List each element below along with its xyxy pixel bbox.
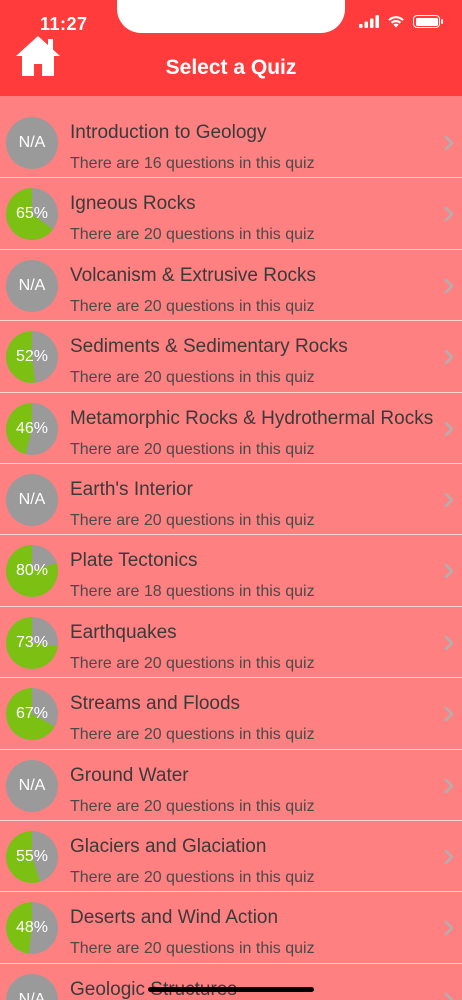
navigation-header: 11:27 Select a Quiz bbox=[0, 0, 462, 96]
chevron-right-icon bbox=[444, 992, 454, 1000]
score-label: 80% bbox=[15, 562, 49, 580]
chevron-right-icon bbox=[444, 635, 454, 650]
chevron-right-icon bbox=[444, 921, 454, 936]
quiz-title: Deserts and Wind Action bbox=[70, 907, 279, 929]
score-label: 46% bbox=[15, 419, 49, 437]
score-badge: 67% bbox=[6, 688, 58, 741]
wifi-icon bbox=[388, 16, 404, 28]
quiz-title: Metamorphic Rocks & Hydrothermal Rocks bbox=[70, 407, 434, 429]
quiz-row[interactable]: 46% Metamorphic Rocks & Hydrothermal Rock… bbox=[0, 393, 462, 464]
chevron-right-icon bbox=[444, 492, 454, 508]
quiz-row[interactable]: N/A Volcanism & Extrusive Rocks There are … bbox=[0, 250, 462, 322]
score-badge: N/A bbox=[6, 117, 58, 169]
page-title: Select a Quiz bbox=[165, 56, 297, 79]
home-indicator bbox=[148, 987, 314, 992]
quiz-row[interactable]: 48% Deserts and Wind Action There are 20 q… bbox=[0, 892, 462, 964]
quiz-question-count: There are 20 questions in this quiz bbox=[70, 654, 315, 672]
score-label: N/A bbox=[18, 776, 46, 794]
quiz-row[interactable]: N/A Earth's Interior There are 20 question… bbox=[0, 464, 462, 536]
score-label: N/A bbox=[18, 276, 46, 294]
chevron-right-icon bbox=[444, 421, 454, 436]
quiz-question-count: There are 20 questions in this quiz bbox=[70, 440, 315, 458]
score-label: 73% bbox=[15, 633, 49, 651]
score-badge: 46% bbox=[6, 402, 58, 455]
battery-icon bbox=[413, 15, 443, 28]
quiz-row[interactable]: N/A Introduction to Geology There are 16 q… bbox=[0, 107, 462, 179]
quiz-list: N/A Introduction to Geology There are 16 q… bbox=[0, 107, 462, 1000]
score-label: 67% bbox=[15, 705, 49, 723]
quiz-question-count: There are 20 questions in this quiz bbox=[70, 369, 315, 387]
chevron-right-icon bbox=[444, 778, 454, 793]
chevron-right-icon bbox=[444, 706, 454, 722]
quiz-title: Plate Tectonics bbox=[70, 550, 198, 572]
quiz-title: Igneous Rocks bbox=[70, 193, 196, 215]
quiz-question-count: There are 20 questions in this quiz bbox=[70, 511, 315, 529]
quiz-question-count: There are 20 questions in this quiz bbox=[70, 940, 315, 958]
device-notch bbox=[117, 0, 345, 33]
quiz-title: Glaciers and Glaciation bbox=[70, 835, 267, 857]
chevron-right-icon bbox=[444, 349, 454, 365]
chevron-right-icon bbox=[444, 278, 454, 294]
chevron-right-icon bbox=[444, 135, 454, 151]
quiz-question-count: There are 20 questions in this quiz bbox=[70, 297, 315, 315]
quiz-question-count: There are 20 questions in this quiz bbox=[70, 868, 315, 886]
score-badge: 80% bbox=[6, 545, 58, 598]
quiz-title: Earth's Interior bbox=[70, 478, 193, 500]
score-badge: 48% bbox=[6, 902, 58, 955]
score-label: 55% bbox=[15, 847, 49, 865]
quiz-title: Introduction to Geology bbox=[70, 122, 267, 143]
score-badge: N/A bbox=[6, 973, 58, 1000]
score-label: N/A bbox=[18, 134, 46, 151]
score-badge: N/A bbox=[6, 759, 58, 812]
score-badge: N/A bbox=[6, 473, 58, 526]
chevron-right-icon bbox=[444, 207, 454, 222]
quiz-row[interactable]: 80% Plate Tectonics There are 18 questions… bbox=[0, 535, 462, 607]
quiz-question-count: There are 16 questions in this quiz bbox=[70, 155, 315, 172]
signal-icon bbox=[359, 15, 379, 28]
score-label: 48% bbox=[15, 919, 49, 937]
chevron-right-icon bbox=[444, 564, 454, 579]
score-label: N/A bbox=[18, 490, 46, 508]
score-label: N/A bbox=[18, 990, 46, 1000]
status-icons bbox=[359, 15, 443, 28]
quiz-row[interactable]: 52% Sediments & Sedimentary Rocks There ar… bbox=[0, 321, 462, 393]
quiz-question-count: There are 20 questions in this quiz bbox=[70, 226, 315, 244]
quiz-title: Sediments & Sedimentary Rocks bbox=[70, 336, 348, 358]
screen: 11:27 Select a Quiz N/A Introduction to … bbox=[0, 0, 462, 1000]
score-badge: 52% bbox=[6, 331, 58, 384]
score-badge: N/A bbox=[6, 259, 58, 312]
quiz-row[interactable]: 73% Earthquakes There are 20 questions in … bbox=[0, 607, 462, 679]
score-badge: 55% bbox=[6, 830, 58, 883]
quiz-question-count: There are 20 questions in this quiz bbox=[70, 797, 315, 815]
quiz-row[interactable]: N/AGeologic Structures bbox=[0, 964, 462, 1000]
score-label: 65% bbox=[15, 205, 49, 223]
quiz-row[interactable]: 67% Streams and Floods There are 20 questi… bbox=[0, 678, 462, 750]
score-badge: 73% bbox=[6, 616, 58, 669]
score-label: 52% bbox=[15, 348, 49, 366]
quiz-question-count: There are 18 questions in this quiz bbox=[70, 583, 315, 601]
chevron-right-icon bbox=[444, 849, 454, 865]
score-badge: 65% bbox=[6, 188, 58, 241]
quiz-row[interactable]: 65% Igneous Rocks There are 20 questions i… bbox=[0, 178, 462, 250]
quiz-title: Earthquakes bbox=[70, 621, 177, 643]
quiz-question-count: There are 20 questions in this quiz bbox=[70, 726, 315, 744]
quiz-title: Streams and Floods bbox=[70, 693, 241, 715]
status-time: 11:27 bbox=[40, 14, 88, 34]
quiz-title: Ground Water bbox=[70, 764, 189, 786]
quiz-row[interactable]: N/A Ground Water There are 20 questions in… bbox=[0, 750, 462, 821]
quiz-row[interactable]: 55% Glaciers and Glaciation There are 20 q… bbox=[0, 821, 462, 893]
quiz-title: Volcanism & Extrusive Rocks bbox=[70, 264, 317, 286]
